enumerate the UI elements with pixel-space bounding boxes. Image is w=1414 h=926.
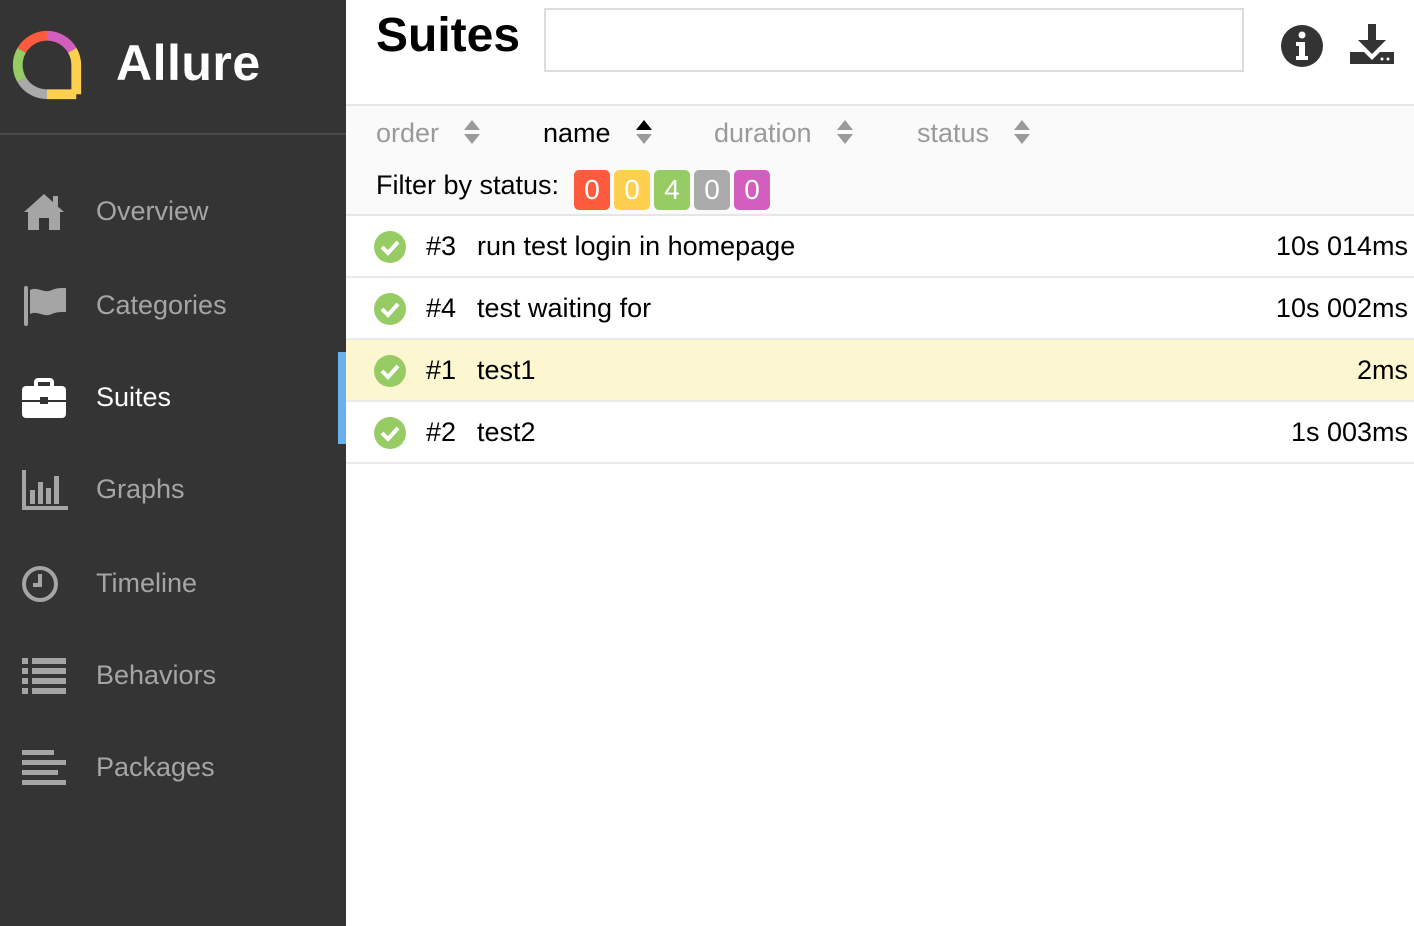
status-badge-broken[interactable]: 0: [614, 170, 650, 210]
clock-icon: [22, 566, 58, 602]
sort-duration[interactable]: duration: [714, 118, 854, 149]
allure-logo-icon: [12, 30, 82, 100]
sort-label: name: [543, 118, 611, 148]
check-circle-icon: [374, 231, 406, 263]
sidebar-item-label: Packages: [96, 752, 215, 782]
sidebar: Allure Overview Categories Suites Graphs…: [0, 0, 346, 926]
sort-name[interactable]: name: [543, 118, 653, 149]
status-badge-skipped[interactable]: 0: [694, 170, 730, 210]
sort-arrows-icon: [836, 119, 853, 144]
briefcase-icon: [22, 378, 66, 418]
table-row[interactable]: #4 test waiting for 10s 002ms: [346, 278, 1414, 340]
filter-label: Filter by status:: [376, 170, 560, 200]
align-left-icon: [22, 750, 66, 785]
check-circle-icon: [374, 355, 406, 387]
test-name: test1: [477, 355, 536, 385]
status-filter-badges: 00400: [574, 170, 774, 210]
test-number: #1: [426, 355, 457, 385]
bar-chart-icon: [22, 470, 68, 510]
sidebar-item-behaviors[interactable]: Behaviors: [0, 630, 346, 722]
table-row[interactable]: #1 test1 2ms: [346, 340, 1414, 402]
test-number: #3: [426, 231, 457, 261]
check-circle-icon: [374, 293, 406, 325]
sort-label: status: [917, 118, 990, 148]
test-duration: 2ms: [1356, 355, 1408, 385]
sidebar-item-timeline[interactable]: Timeline: [0, 538, 346, 630]
sidebar-item-label: Overview: [96, 196, 209, 226]
search-input[interactable]: [544, 8, 1244, 72]
sort-filter-bar: order name duration status Filter by sta…: [346, 104, 1414, 216]
page-title: Suites: [376, 9, 521, 62]
check-circle-icon: [374, 417, 406, 449]
status-badge-unknown[interactable]: 0: [734, 170, 770, 210]
sidebar-item-label: Graphs: [96, 474, 185, 504]
status-badge-passed[interactable]: 4: [654, 170, 690, 210]
sort-arrows-icon: [464, 119, 481, 144]
sort-label: duration: [714, 118, 812, 148]
info-icon[interactable]: [1278, 22, 1326, 70]
sidebar-item-packages[interactable]: Packages: [0, 722, 346, 814]
download-icon[interactable]: [1348, 22, 1396, 70]
sidebar-item-graphs[interactable]: Graphs: [0, 444, 346, 536]
test-duration: 10s 014ms: [1275, 231, 1408, 261]
test-name: test waiting for: [477, 293, 652, 323]
sidebar-item-overview[interactable]: Overview: [0, 166, 346, 258]
status-badge-failed[interactable]: 0: [574, 170, 610, 210]
sidebar-item-label: Behaviors: [96, 660, 217, 690]
flag-icon: [24, 286, 66, 326]
sort-status[interactable]: status: [917, 118, 1031, 149]
table-row[interactable]: #3 run test login in homepage 10s 014ms: [346, 216, 1414, 278]
sidebar-item-label: Categories: [96, 290, 227, 320]
test-number: #4: [426, 293, 457, 323]
brand[interactable]: Allure: [0, 0, 346, 135]
table-row[interactable]: #2 test2 1s 003ms: [346, 402, 1414, 464]
main-panel: Suites order name duration status Filter…: [346, 0, 1414, 926]
active-indicator: [338, 352, 346, 444]
sidebar-item-label: Timeline: [96, 568, 198, 598]
sidebar-item-categories[interactable]: Categories: [0, 260, 346, 352]
test-duration: 10s 002ms: [1275, 293, 1408, 323]
sort-order[interactable]: order: [376, 118, 481, 149]
list-icon: [22, 658, 66, 694]
test-number: #2: [426, 417, 457, 447]
home-icon: [24, 194, 64, 230]
test-name: test2: [477, 417, 536, 447]
test-name: run test login in homepage: [477, 231, 796, 261]
sort-arrows-icon: [635, 119, 652, 144]
brand-name: Allure: [116, 35, 261, 91]
test-duration: 1s 003ms: [1290, 417, 1408, 447]
sidebar-item-suites[interactable]: Suites: [0, 352, 346, 444]
sidebar-item-label: Suites: [96, 382, 172, 412]
sort-label: order: [376, 118, 440, 148]
test-list: #3 run test login in homepage 10s 014ms …: [346, 216, 1414, 464]
sort-arrows-icon: [1014, 119, 1031, 144]
